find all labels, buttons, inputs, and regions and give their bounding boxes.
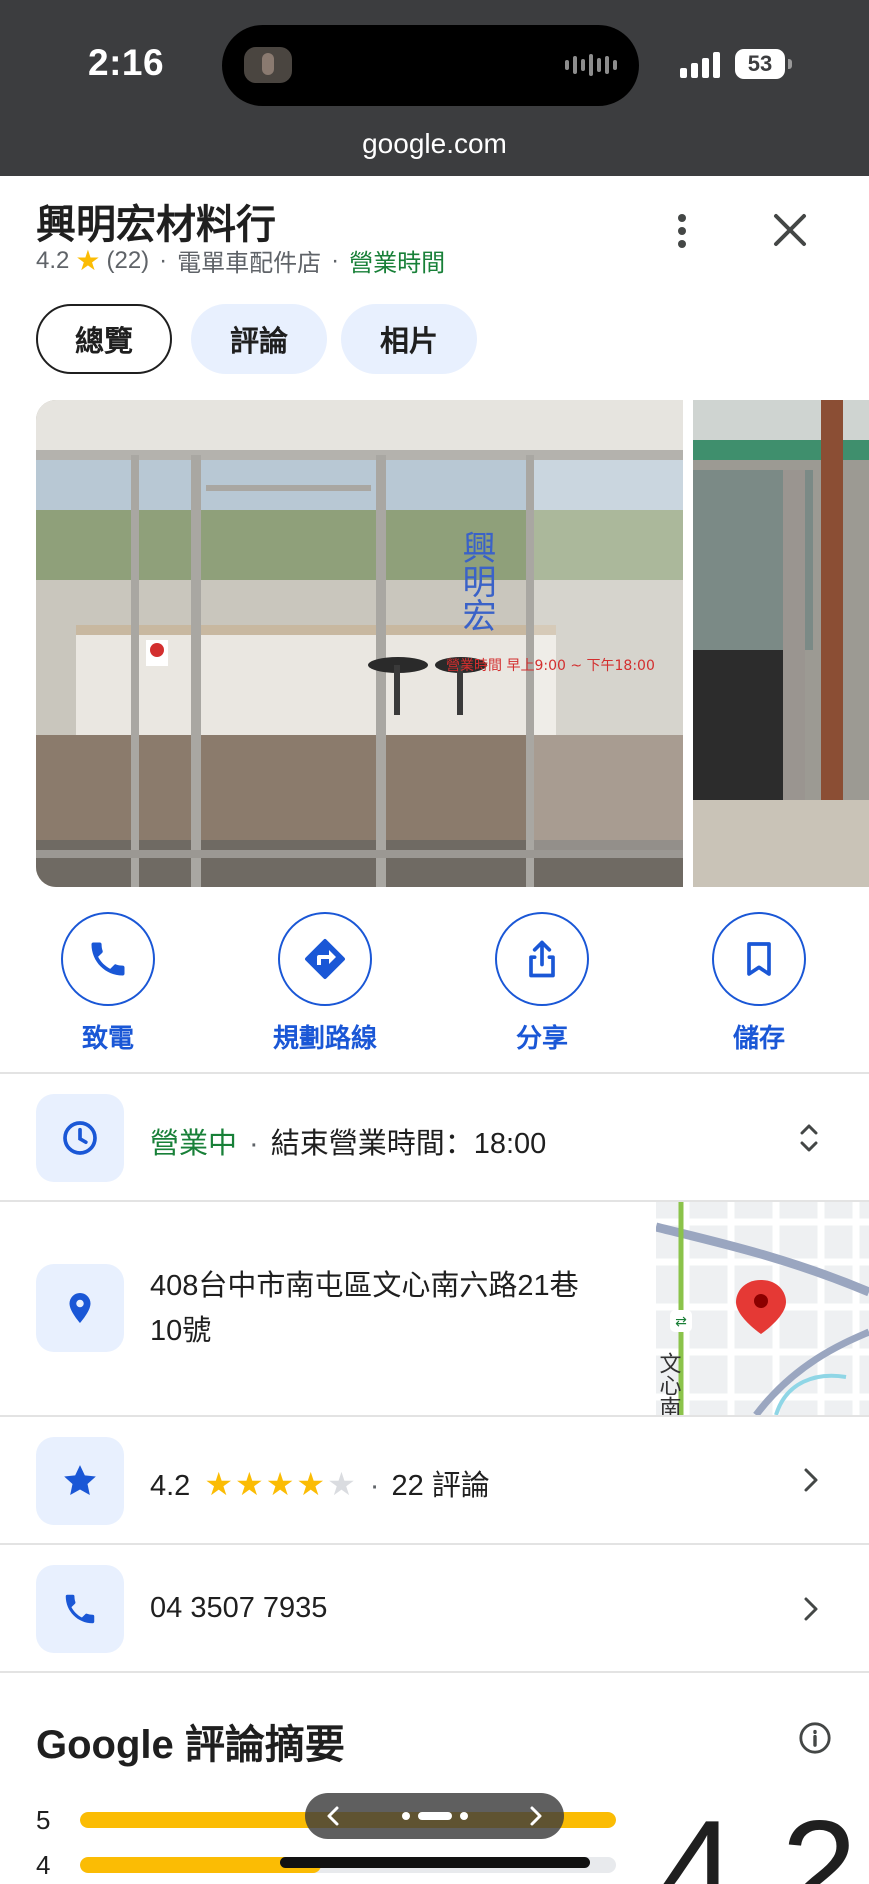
tab-photos[interactable]: 相片	[341, 304, 477, 374]
tab-overview[interactable]: 總覽	[36, 304, 172, 374]
expand-collapse-icon[interactable]	[794, 1118, 824, 1158]
clock: 2:16	[88, 42, 165, 83]
rating-stars: ★★★★★	[204, 1466, 358, 1502]
page-dots-icon	[401, 1812, 468, 1820]
mini-map[interactable]: ⇄ 文心南	[656, 1202, 869, 1415]
save-button[interactable]	[712, 912, 806, 1006]
place-meta: 4.2 ★ (22) · 電單車配件店 · 營業時間	[36, 243, 445, 278]
rating-icon-box	[36, 1437, 124, 1525]
closing-time: 結束營業時間：18:00	[270, 1128, 547, 1160]
close-icon[interactable]	[770, 210, 810, 250]
location-pin-icon	[69, 1293, 91, 1323]
divider	[0, 1671, 869, 1673]
histogram-label: 4	[36, 1849, 51, 1880]
audio-waveform-icon	[565, 54, 617, 76]
save-label: 儲存	[732, 1023, 785, 1053]
separator-dot: ·	[331, 246, 340, 274]
dynamic-island	[222, 25, 639, 106]
back-arrow-icon[interactable]	[323, 1805, 345, 1827]
browser-toolbar-pill[interactable]	[305, 1793, 564, 1839]
rating-row[interactable]: 4.2 ★★★★★ · 22 評論	[150, 1462, 490, 1504]
more-options-icon[interactable]	[664, 206, 700, 256]
hours-icon-box	[36, 1094, 124, 1182]
storefront-photo-2[interactable]	[693, 400, 869, 887]
share-icon	[529, 940, 555, 978]
star-icon: ★	[75, 245, 101, 276]
share-action[interactable]: 分享	[467, 912, 617, 1055]
svg-text:⇄: ⇄	[675, 1314, 687, 1330]
directions-button[interactable]	[278, 912, 372, 1006]
share-button[interactable]	[495, 912, 589, 1006]
status-bar: 2:16 53 google.com	[0, 0, 869, 176]
home-indicator[interactable]	[280, 1857, 590, 1868]
histogram-label: 5	[36, 1804, 51, 1835]
tab-reviews[interactable]: 評論	[191, 304, 327, 374]
storefront-side-illustration	[693, 400, 869, 887]
reviews-count: 22 評論	[391, 1470, 490, 1502]
separator-dot: ·	[159, 246, 168, 274]
map-street-label: 文心南	[656, 1352, 682, 1415]
storefront-photo[interactable]: 興明宏 營業時間 早上9:00 ~ 下午18:00	[36, 400, 683, 887]
clock-icon	[63, 1121, 97, 1155]
cellular-signal-icon	[680, 52, 720, 78]
address-text[interactable]: 408台中市南屯區文心南六路21巷 10號	[150, 1264, 620, 1354]
phone-number[interactable]: 04 3507 7935	[150, 1592, 327, 1625]
now-playing-thumbnail	[244, 47, 292, 83]
call-action[interactable]: 致電	[33, 912, 183, 1055]
place-title: 興明宏材料行	[36, 203, 276, 247]
star-icon	[64, 1465, 96, 1495]
directions-icon	[305, 939, 345, 979]
door-hours-text: 營業時間 早上9:00 ~ 下午18:00	[446, 658, 655, 674]
hours-row[interactable]: 營業中 · 結束營業時間：18:00	[150, 1120, 546, 1162]
share-label: 分享	[515, 1023, 568, 1053]
info-icon[interactable]	[798, 1721, 832, 1755]
window-sign-text: 興明宏	[456, 530, 496, 632]
divider	[0, 1543, 869, 1545]
review-summary-title: Google 評論摘要	[36, 1723, 345, 1767]
address-icon-box	[36, 1264, 124, 1352]
phone-icon	[65, 1594, 95, 1624]
rating-value: 4.2	[36, 246, 70, 274]
review-count[interactable]: (22)	[106, 247, 149, 275]
open-status: 營業中	[150, 1128, 238, 1160]
overall-rating: 4.2	[660, 1792, 862, 1884]
forward-arrow-icon[interactable]	[524, 1805, 546, 1827]
address-line-1: 408台中市南屯區文心南六路21巷	[150, 1270, 579, 1302]
rating-value: 4.2	[150, 1470, 191, 1502]
address-bar[interactable]: google.com	[0, 128, 869, 160]
map-thumbnail: ⇄ 文心南	[656, 1202, 869, 1415]
chevron-right-icon[interactable]	[796, 1594, 826, 1624]
chevron-right-icon[interactable]	[796, 1465, 826, 1495]
hours-link[interactable]: 營業時間	[349, 243, 445, 278]
separator-dot: ·	[369, 1470, 380, 1502]
separator-dot: ·	[249, 1128, 259, 1160]
directions-action[interactable]: 規劃路線	[250, 912, 400, 1055]
directions-label: 規劃路線	[272, 1023, 377, 1053]
bookmark-icon	[747, 942, 771, 976]
storefront-illustration: 興明宏 營業時間 早上9:00 ~ 下午18:00	[36, 400, 683, 887]
phone-icon	[91, 942, 125, 976]
place-category: 電單車配件店	[177, 250, 322, 277]
save-action[interactable]: 儲存	[684, 912, 834, 1055]
battery-icon: 53	[735, 49, 792, 79]
call-label: 致電	[81, 1023, 134, 1053]
divider	[0, 1072, 869, 1074]
phone-icon-box	[36, 1565, 124, 1653]
call-button[interactable]	[61, 912, 155, 1006]
address-line-2: 10號	[150, 1315, 212, 1347]
divider	[0, 1415, 869, 1417]
